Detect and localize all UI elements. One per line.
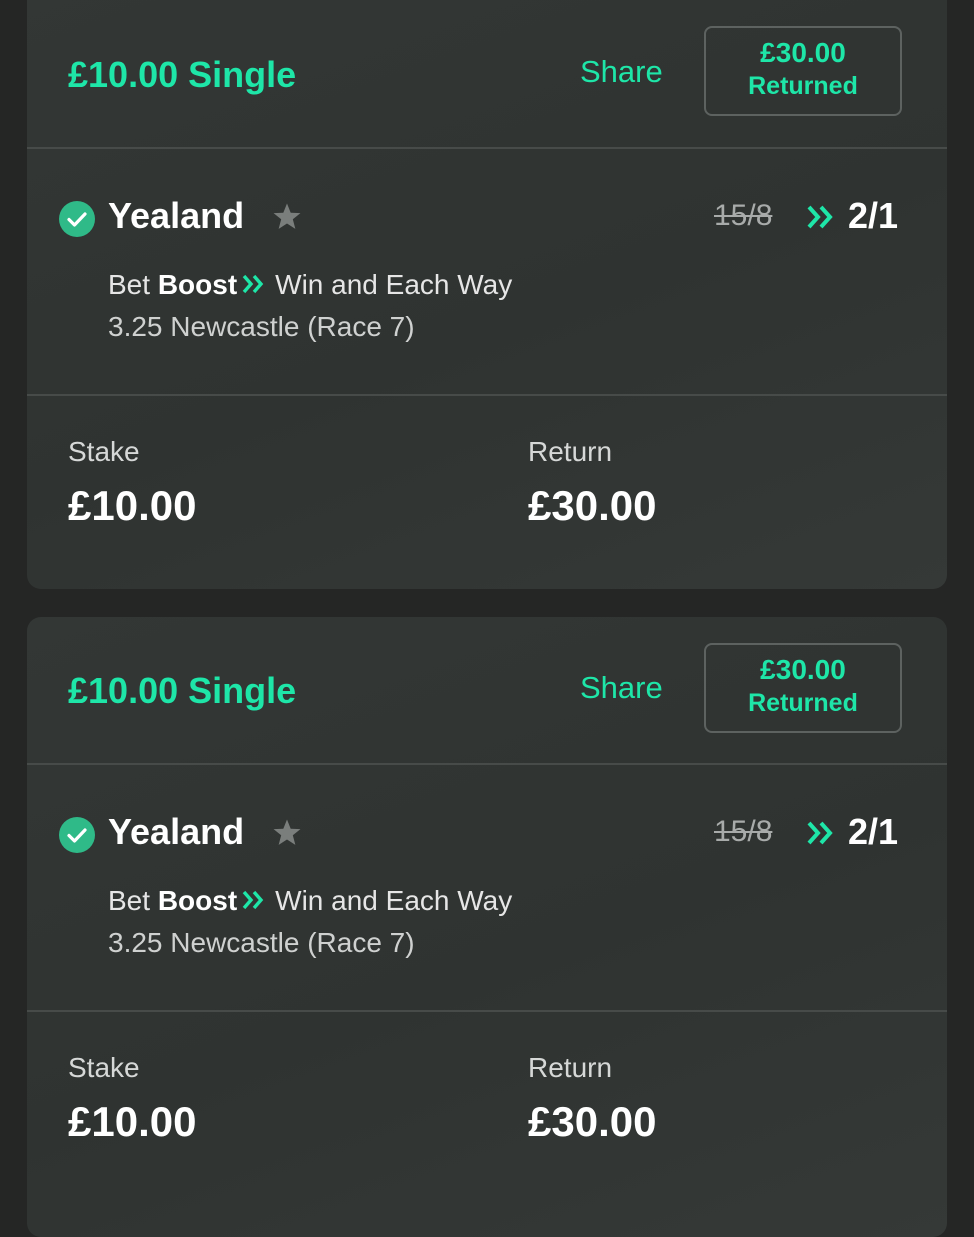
check-circle-icon: [59, 201, 95, 237]
market-prefix: Bet: [108, 885, 151, 916]
double-chevron-right-icon: [805, 203, 837, 231]
stake-label: Stake: [68, 436, 140, 467]
double-chevron-right-icon: [241, 270, 267, 294]
returned-amount: £30.00: [760, 37, 846, 68]
check-circle-icon: [59, 817, 95, 853]
double-chevron-right-icon: [241, 886, 267, 910]
return-label: Return: [528, 436, 613, 467]
returned-label: Returned: [748, 689, 858, 717]
bet-card: £10.00 Single Share £30.00 Returned Yeal…: [27, 617, 947, 1237]
returned-badge: £30.00 Returned: [704, 643, 902, 733]
boosted-odds: 2/1: [848, 195, 899, 236]
selection-row: Yealand 15/8 2/1 Bet Boost Win and Each W…: [27, 765, 947, 1012]
star-icon[interactable]: [270, 200, 304, 234]
event-name: 3.25 Newcastle (Race 7): [108, 927, 415, 958]
stake-value: £10.00: [68, 482, 197, 529]
market-line: Bet Boost Win and Each Way: [108, 269, 512, 301]
bet-card-footer: Stake £10.00 Return £30.00: [27, 1012, 947, 1202]
original-odds: 15/8: [714, 815, 773, 848]
bet-title: £10.00 Single: [68, 670, 297, 711]
bet-card: £10.00 Single Share £30.00 Returned Yeal…: [27, 0, 947, 589]
original-odds: 15/8: [714, 199, 773, 232]
bet-card-footer: Stake £10.00 Return £30.00: [27, 396, 947, 586]
market-boost: Boost: [157, 885, 238, 916]
star-icon[interactable]: [270, 816, 304, 850]
share-button[interactable]: Share: [580, 54, 663, 90]
selection-name: Yealand: [108, 195, 245, 236]
bet-title: £10.00 Single: [68, 54, 297, 95]
stake-value: £10.00: [68, 1098, 197, 1145]
selection-name: Yealand: [108, 811, 245, 852]
return-value: £30.00: [528, 1098, 657, 1145]
share-button[interactable]: Share: [580, 670, 663, 706]
selection-row: Yealand 15/8 2/1 Bet Boost Win and Each W…: [27, 149, 947, 396]
stake-label: Stake: [68, 1052, 140, 1083]
market-type: Win and Each Way: [275, 885, 513, 916]
market-type: Win and Each Way: [275, 269, 513, 300]
returned-amount: £30.00: [760, 654, 846, 685]
bet-card-header: £10.00 Single Share £30.00 Returned: [27, 617, 947, 765]
boosted-odds: 2/1: [848, 811, 899, 852]
returned-badge: £30.00 Returned: [704, 26, 902, 116]
returned-label: Returned: [748, 72, 858, 100]
event-name: 3.25 Newcastle (Race 7): [108, 311, 415, 342]
bet-card-header: £10.00 Single Share £30.00 Returned: [27, 0, 947, 149]
market-boost: Boost: [157, 269, 238, 300]
market-prefix: Bet: [108, 269, 151, 300]
market-line: Bet Boost Win and Each Way: [108, 885, 512, 917]
double-chevron-right-icon: [805, 819, 837, 847]
return-label: Return: [528, 1052, 613, 1083]
return-value: £30.00: [528, 482, 657, 529]
